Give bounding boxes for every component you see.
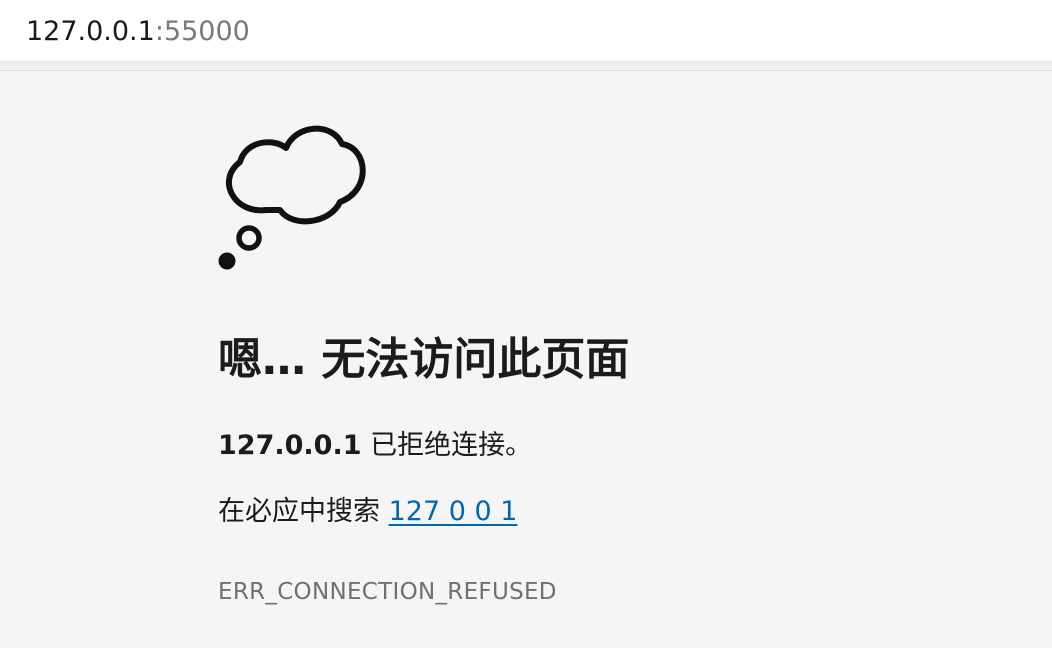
error-heading: 嗯… 无法访问此页面 <box>218 334 630 385</box>
bing-search-link[interactable]: 127 0 0 1 <box>389 496 518 527</box>
refused-message: 已拒绝连接。 <box>361 430 533 461</box>
address-bar[interactable]: 127.0.0.1:55000 <box>0 0 1052 62</box>
url-display[interactable]: 127.0.0.1:55000 <box>26 14 250 50</box>
error-code: ERR_CONNECTION_REFUSED <box>218 579 557 605</box>
thought-cloud-icon <box>212 120 372 280</box>
error-message: 127.0.0.1 已拒绝连接。 <box>218 428 532 464</box>
search-suggestion: 在必应中搜索 127 0 0 1 <box>218 494 517 530</box>
url-port: :55000 <box>154 16 250 47</box>
address-bar-shadow <box>0 62 1052 71</box>
url-host: 127.0.0.1 <box>26 16 155 47</box>
search-prefix: 在必应中搜索 <box>218 496 389 527</box>
refused-host: 127.0.0.1 <box>218 430 362 461</box>
